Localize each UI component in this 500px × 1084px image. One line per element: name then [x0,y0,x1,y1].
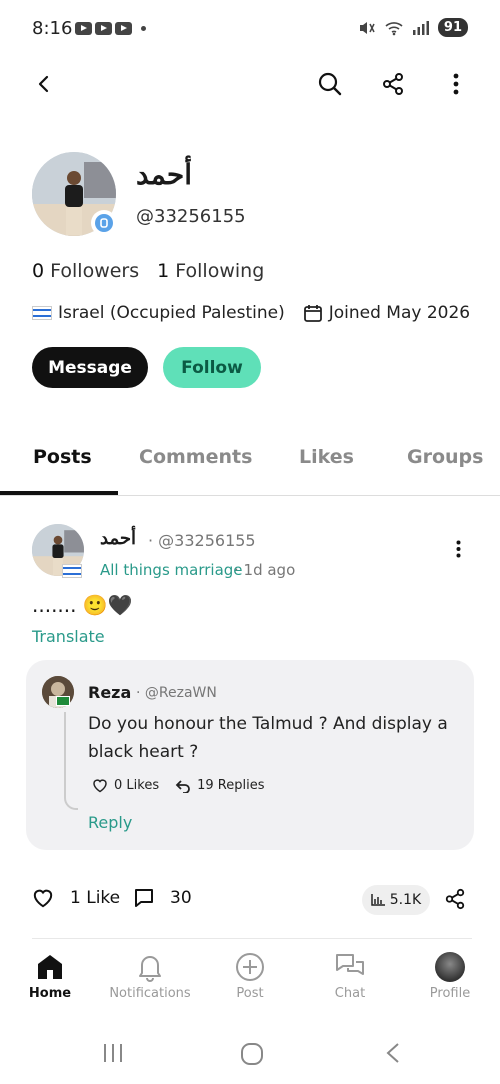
heart-icon[interactable] [92,778,108,793]
battery-indicator: 91 [437,18,468,37]
profile-tabs: Posts Comments Likes Groups [0,430,500,496]
share-profile-button[interactable] [373,64,413,104]
nav-home[interactable]: Home [0,952,100,1001]
nav-profile[interactable]: Profile [400,952,500,1001]
back-button[interactable] [24,64,64,104]
status-system-icons: 91 [358,18,468,37]
bell-icon [139,956,161,982]
profile-name: أحمد [136,158,192,191]
tab-groups[interactable]: Groups [407,446,483,468]
mute-icon [359,21,375,34]
post-body: ....... 🙂🖤 [32,593,133,617]
badge-icon [95,214,113,232]
followers-label: Followers [50,260,140,282]
nav-post-label: Post [236,986,264,1001]
reply-author-flag-icon [56,696,70,706]
nav-notifications[interactable]: Notifications [100,952,200,1001]
chat-icon [336,954,364,975]
post-share-button[interactable] [444,888,466,914]
home-icon [38,955,62,979]
following-link[interactable]: 1 Following [157,260,264,282]
views-count: 5.1K [389,892,422,908]
followers-count: 0 [32,260,45,282]
heart-icon [33,889,53,908]
profile-meta: Israel (Occupied Palestine) Joined May 2… [32,303,470,323]
post-actions: 1 Like 30 5.1K [32,885,472,916]
share-icon [383,73,403,95]
active-tab-indicator [0,491,118,495]
profile-stats: 0 Followers 1 Following [32,260,264,282]
reply-likes-count: 0 Likes [114,778,160,793]
plus-circle-icon [236,953,264,981]
youtube-icon [75,22,92,35]
post-more-button[interactable] [438,529,478,569]
views-badge[interactable]: 5.1K [362,885,430,915]
kebab-menu-icon [453,73,459,95]
recent-apps-icon[interactable] [102,1042,124,1064]
divider [32,938,472,939]
status-bar: 8:16 91 [0,0,500,60]
like-action[interactable]: 1 Like [32,888,120,908]
reply-replies-count[interactable]: 19 Replies [197,778,264,793]
reply-author-name[interactable]: Reza [88,683,131,702]
back-arrow-icon [38,75,49,93]
youtube-icon [95,22,112,35]
tab-likes[interactable]: Likes [299,446,354,468]
flag-icon [32,306,52,320]
profile-location: Israel (Occupied Palestine) [58,303,285,323]
wifi-icon [385,21,403,35]
post-group-link[interactable]: All things marriage [100,561,243,579]
post-timestamp: · 1d ago [234,561,296,579]
youtube-icon [115,22,132,35]
nav-post[interactable]: Post [200,952,300,1001]
share-icon [445,888,465,910]
system-nav-bar [0,1034,500,1074]
more-options-button[interactable] [436,64,476,104]
status-time: 8:16 [32,18,73,39]
kebab-menu-icon [456,540,460,558]
comment-count: 30 [170,888,192,908]
followers-link[interactable]: 0 Followers [32,260,139,282]
tab-comments[interactable]: Comments [139,446,252,468]
top-nav [0,60,500,108]
tab-posts[interactable]: Posts [33,446,92,468]
signal-icon [412,20,429,35]
status-notification-icons [75,22,146,35]
comment-icon [135,889,153,907]
reply-arrow-icon [175,779,190,793]
post-author-name[interactable]: أحمد [100,528,136,549]
following-count: 1 [157,260,170,282]
post-author-handle: · @33256155 [148,531,256,550]
reply-stats: 0 Likes 19 Replies [92,778,264,793]
like-count: 1 Like [70,888,121,908]
search-icon [318,72,342,96]
verified-badge [91,210,117,236]
message-button[interactable]: Message [32,347,148,388]
nav-chat[interactable]: Chat [300,952,400,1001]
reply-text: Do you honour the Talmud ? And display a… [88,714,448,762]
translate-button[interactable]: Translate [32,627,105,646]
nav-chat-label: Chat [334,986,366,1001]
following-label: Following [175,260,265,282]
thread-connector [64,712,78,810]
home-button-icon[interactable] [240,1042,264,1066]
calendar-icon [303,305,322,322]
profile-joined: Joined May 2026 [328,303,471,323]
system-back-icon[interactable] [384,1042,402,1064]
comment-action[interactable]: 30 [134,888,192,908]
search-button[interactable] [310,64,350,104]
bar-chart-icon [371,894,385,906]
reply-author-handle: · @RezaWN [136,685,217,701]
nav-profile-label: Profile [429,986,471,1001]
nav-home-label: Home [28,986,72,1001]
bottom-nav: Home Notifications Post Chat Profile [0,952,500,1022]
profile-avatar-icon [435,952,465,982]
follow-button[interactable]: Follow [163,347,261,388]
profile-handle: @33256155 [136,206,246,227]
author-flag-icon [62,564,82,578]
nav-notifications-label: Notifications [109,986,191,1001]
reply-button[interactable]: Reply [88,813,132,832]
more-notifications-dot [141,26,146,31]
